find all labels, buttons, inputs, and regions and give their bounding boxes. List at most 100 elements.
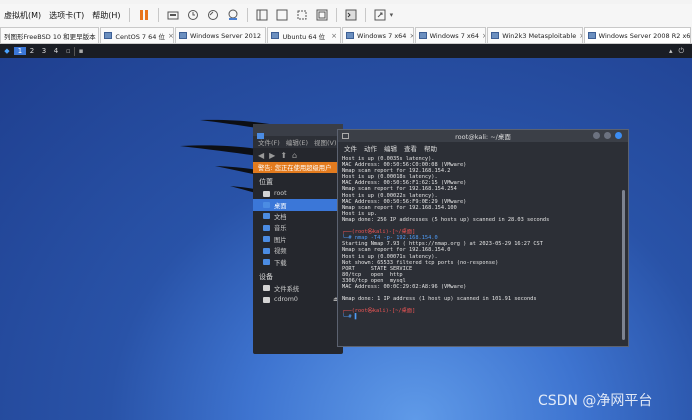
- close-icon[interactable]: ×: [261, 32, 265, 40]
- terminal-titlebar[interactable]: root@kali: ~/桌面: [338, 130, 628, 142]
- file-manager-titlebar[interactable]: [253, 124, 343, 139]
- workspace-1[interactable]: 1: [14, 47, 26, 55]
- place-root[interactable]: root: [253, 188, 343, 199]
- vm-icon: [491, 32, 500, 39]
- revert-icon[interactable]: [206, 8, 220, 22]
- console-view-icon[interactable]: [344, 8, 358, 22]
- multi-window-icon[interactable]: [275, 8, 289, 22]
- menu-tabs[interactable]: 选项卡(T): [45, 10, 88, 21]
- drive-icon: [263, 285, 270, 292]
- stretch-icon[interactable]: [373, 8, 387, 22]
- vm-tab[interactable]: Windows Server 2012×: [174, 27, 267, 43]
- panel-status-area: ▴ ⏻: [669, 47, 692, 56]
- vm-tab[interactable]: Ubuntu 64 位 ×: [267, 27, 342, 43]
- places-header: 位置: [259, 178, 273, 186]
- vm-tab[interactable]: Windows 7 x64×: [414, 27, 487, 43]
- file-manager-toolbar: ◀ ▶ ⬆ ⌂: [253, 148, 343, 162]
- term-menu-file[interactable]: 文件: [344, 143, 357, 153]
- close-icon[interactable]: ×: [165, 32, 173, 40]
- close-icon[interactable]: ×: [96, 32, 99, 40]
- fm-menu-view[interactable]: 视图(V): [314, 137, 337, 147]
- term-menu-help[interactable]: 帮助: [424, 143, 437, 153]
- single-window-icon[interactable]: [255, 8, 269, 22]
- power-icon[interactable]: ⏻: [678, 47, 684, 56]
- workspace-4[interactable]: 4: [50, 47, 62, 55]
- network-icon[interactable]: ▴: [669, 47, 673, 56]
- vm-tab[interactable]: Windows 7 x64×: [342, 27, 414, 43]
- place-label: 桌面: [274, 202, 287, 210]
- minimize-icon[interactable]: [593, 132, 600, 139]
- devices-header: 设备: [259, 272, 273, 281]
- chevron-down-icon[interactable]: ▾: [390, 11, 394, 19]
- up-icon[interactable]: ⬆: [280, 151, 287, 160]
- place-label: 音乐: [274, 225, 287, 233]
- cdrom-icon: [263, 296, 270, 303]
- close-icon[interactable]: ×: [328, 32, 337, 40]
- place-label: 图片: [274, 236, 287, 244]
- vm-tab[interactable]: 列图形FreeBSD 10 和更早版本×: [0, 27, 100, 43]
- place-music[interactable]: 音乐: [253, 222, 343, 233]
- fm-menu-edit[interactable]: 编辑(E): [286, 137, 308, 147]
- close-icon[interactable]: [615, 132, 622, 139]
- terminal-window: root@kali: ~/桌面 文件 动作 编辑 查看 帮助 Host is u…: [337, 129, 629, 347]
- tab-label: Windows 7 x64: [357, 31, 407, 40]
- place-documents[interactable]: 文档: [253, 211, 343, 222]
- workspace-3[interactable]: 3: [38, 47, 50, 55]
- kali-menu-icon[interactable]: ◆: [0, 47, 14, 55]
- toolbar-divider: [157, 8, 159, 22]
- place-videos[interactable]: 视频: [253, 245, 343, 256]
- device-filesystem[interactable]: 文件系统: [253, 283, 343, 294]
- place-desktop[interactable]: 桌面: [253, 199, 343, 211]
- folder-icon: [263, 190, 270, 197]
- pictures-folder-icon: [263, 236, 270, 243]
- fullscreen-icon[interactable]: [315, 8, 329, 22]
- terminal-line: └─# ▌: [342, 314, 358, 321]
- workspace-2[interactable]: 2: [26, 47, 38, 55]
- close-icon[interactable]: ×: [576, 32, 581, 40]
- pause-icon[interactable]: [137, 8, 151, 22]
- vm-icon: [346, 32, 355, 39]
- terminal-launcher-icon[interactable]: ▪: [79, 47, 84, 55]
- maximize-icon[interactable]: [604, 132, 611, 139]
- vm-tab[interactable]: Win2k3 Metasploitable×: [487, 27, 583, 43]
- term-menu-action[interactable]: 动作: [364, 143, 377, 153]
- kali-top-panel: ◆ 1 2 3 4 ▫ ▪ ▴ ⏻: [0, 44, 692, 58]
- tab-label: Ubuntu 64 位: [282, 32, 326, 41]
- manage-snapshots-icon[interactable]: [226, 8, 240, 22]
- send-keys-icon[interactable]: [166, 8, 180, 22]
- fm-menu-file[interactable]: 文件(F): [258, 137, 280, 147]
- close-icon[interactable]: ×: [406, 32, 412, 40]
- vm-tab-active[interactable]: Windows Server 2008 R2 x64×: [583, 27, 692, 43]
- vm-icon: [104, 32, 113, 39]
- term-menu-view[interactable]: 查看: [404, 143, 417, 153]
- place-label: 视频: [274, 248, 287, 256]
- music-folder-icon: [263, 224, 270, 231]
- desktop: 文件(F) 编辑(E) 视图(V) ◀ ▶ ⬆ ⌂ 警告: 您正在使用超级用户 …: [0, 58, 692, 420]
- terminal-output[interactable]: Host is up (0.0035s latency). MAC Address…: [342, 156, 616, 342]
- forward-icon[interactable]: ▶: [269, 151, 275, 160]
- vm-icon: [271, 32, 280, 39]
- back-icon[interactable]: ◀: [258, 151, 264, 160]
- place-pictures[interactable]: 图片: [253, 234, 343, 245]
- place-downloads[interactable]: 下载: [253, 256, 343, 267]
- tab-label: CentOS 7 64 位: [115, 32, 165, 41]
- vm-icon: [587, 32, 596, 39]
- tab-label: 列图形FreeBSD 10 和更早版本: [4, 32, 96, 41]
- videos-folder-icon: [263, 247, 270, 254]
- fit-icon[interactable]: [295, 8, 309, 22]
- window-list-icon[interactable]: ▫: [66, 47, 71, 55]
- menu-vm[interactable]: 虚拟机(M): [0, 10, 45, 21]
- snapshot-icon[interactable]: [186, 8, 200, 22]
- terminal-scrollbar[interactable]: [622, 190, 625, 340]
- csdn-watermark: CSDN @净网平台: [538, 393, 653, 409]
- device-cdrom[interactable]: cdrom0⏏: [253, 294, 343, 305]
- menu-help[interactable]: 帮助(H): [88, 10, 124, 21]
- term-menu-edit[interactable]: 编辑: [384, 143, 397, 153]
- close-icon[interactable]: ×: [479, 32, 485, 40]
- vm-tab[interactable]: CentOS 7 64 位 ×: [100, 27, 174, 43]
- device-label: 文件系统: [274, 285, 300, 293]
- file-manager-window: 文件(F) 编辑(E) 视图(V) ◀ ▶ ⬆ ⌂ 警告: 您正在使用超级用户 …: [253, 124, 343, 354]
- home-icon[interactable]: ⌂: [292, 151, 297, 160]
- tab-label: Windows Server 2008 R2 x64: [598, 31, 692, 40]
- toolbar-divider: [246, 8, 248, 22]
